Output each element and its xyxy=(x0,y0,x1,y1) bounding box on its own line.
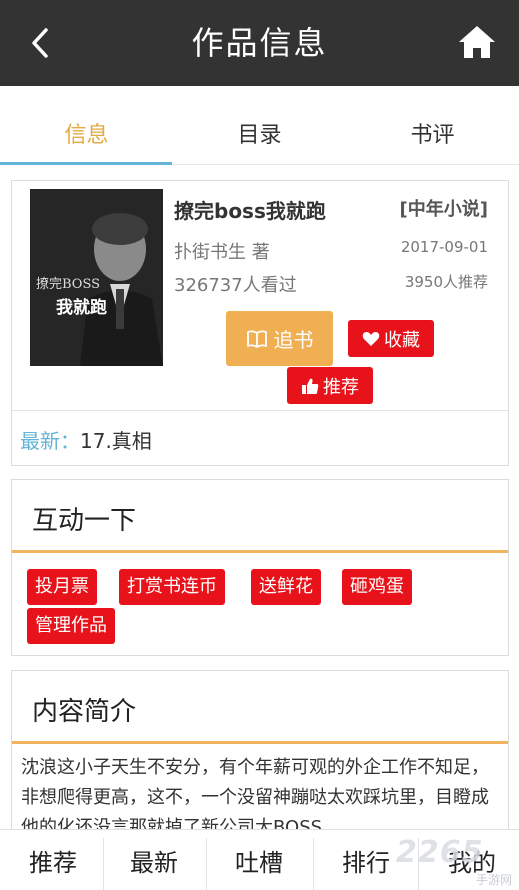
follow-book-button[interactable]: 追书 xyxy=(226,311,333,366)
collect-label: 收藏 xyxy=(384,329,420,351)
latest-label: 最新： xyxy=(20,429,80,453)
view-count: 326737人看过 xyxy=(174,275,297,296)
book-info-card: 撩完BOSS 我就跑 撩完boss我就跑 [中年小说] 扑街书生 著 2017-… xyxy=(11,180,509,466)
interaction-title: 互动一下 xyxy=(32,506,137,536)
book-author[interactable]: 扑街书生 著 xyxy=(174,238,270,264)
cover-title-line1: 撩完BOSS xyxy=(36,277,101,292)
open-book-icon xyxy=(246,329,267,348)
tab-bar: 信息 目录 书评 xyxy=(0,86,519,165)
book-date: 2017-09-01 xyxy=(400,238,488,256)
tab-info[interactable]: 信息 xyxy=(0,86,173,165)
intro-title: 内容简介 xyxy=(32,697,137,727)
latest-chapter-title: 17.真相 xyxy=(80,429,152,453)
section-divider xyxy=(12,550,508,553)
follow-label: 追书 xyxy=(273,328,314,352)
watermark-sub-text: 手游网 xyxy=(476,873,513,887)
tab-catalog[interactable]: 目录 xyxy=(173,86,346,165)
home-icon[interactable] xyxy=(456,22,498,62)
thumbs-up-icon xyxy=(302,378,319,394)
collect-button[interactable]: 收藏 xyxy=(348,320,434,357)
book-category: [中年小说] xyxy=(399,199,488,220)
vote-monthly-ticket-button[interactable]: 投月票 xyxy=(27,569,97,605)
tab-reviews[interactable]: 书评 xyxy=(346,86,519,165)
latest-chapter[interactable]: 最新：17.真相 xyxy=(20,425,152,454)
divider xyxy=(12,410,508,411)
book-cover[interactable]: 撩完BOSS 我就跑 xyxy=(30,189,163,366)
interaction-card: 互动一下 投月票 打赏书连币 送鲜花 砸鸡蛋 管理作品 xyxy=(11,479,509,656)
book-title[interactable]: 撩完boss我就跑 xyxy=(174,195,326,224)
page-title: 作品信息 xyxy=(191,24,328,62)
recommend-count: 3950人推荐 xyxy=(404,273,488,291)
nav-comments[interactable]: 吐槽 xyxy=(206,830,312,890)
section-divider xyxy=(12,741,508,744)
tip-coins-button[interactable]: 打赏书连币 xyxy=(119,569,225,605)
heart-icon xyxy=(362,331,380,346)
send-flowers-button[interactable]: 送鲜花 xyxy=(251,569,321,605)
watermark-logo-text: 2265 xyxy=(396,835,484,870)
site-watermark: 2265 手游网 xyxy=(396,835,519,890)
recommend-button[interactable]: 推荐 xyxy=(287,367,373,404)
manage-work-button[interactable]: 管理作品 xyxy=(27,608,115,644)
cover-title-line2: 我就跑 xyxy=(56,298,107,318)
active-tab-indicator xyxy=(0,162,172,165)
nav-recommend[interactable]: 推荐 xyxy=(0,830,106,890)
recommend-label: 推荐 xyxy=(323,376,359,398)
nav-latest[interactable]: 最新 xyxy=(101,830,207,890)
top-bar: 作品信息 xyxy=(0,0,519,86)
throw-eggs-button[interactable]: 砸鸡蛋 xyxy=(342,569,412,605)
